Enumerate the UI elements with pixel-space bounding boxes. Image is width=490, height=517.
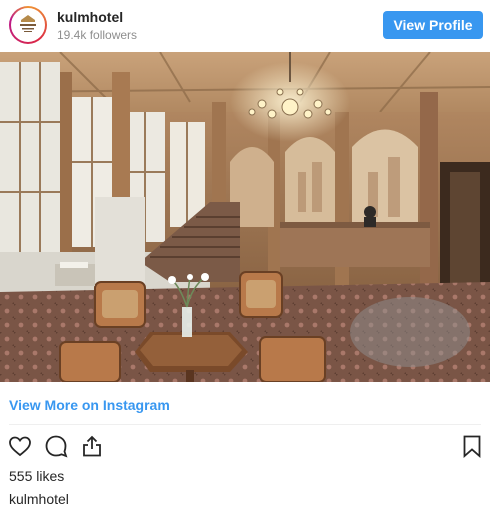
follower-count: 19.4k followers [57,28,138,42]
kulm-hotel-logo [11,8,45,42]
post-header: kulmhotel 19.4k followers View Profile [0,0,490,52]
username[interactable]: kulmhotel [57,9,123,25]
caption-username[interactable]: kulmhotel [9,491,69,507]
share-icon[interactable] [79,433,105,459]
heart-icon[interactable] [7,433,33,459]
bookmark-icon[interactable] [459,433,485,459]
view-more-on-instagram-link[interactable]: View More on Instagram [9,397,170,413]
likes-count: 555 likes [9,468,65,484]
divider [9,424,481,425]
avatar[interactable] [9,6,47,44]
post-photo[interactable] [0,52,490,382]
view-profile-button[interactable]: View Profile [383,11,483,39]
comment-bubble-icon[interactable] [43,433,69,459]
